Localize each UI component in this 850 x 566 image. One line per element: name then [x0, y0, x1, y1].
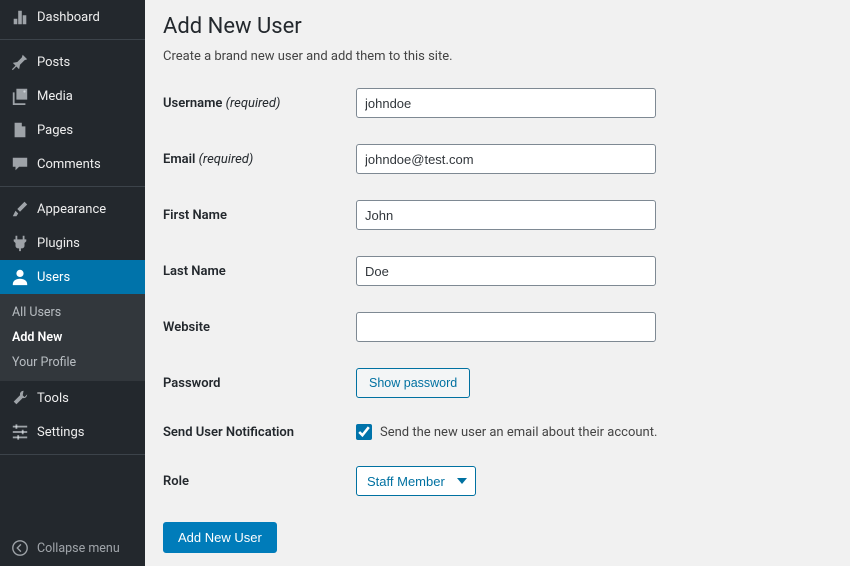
notification-label: Send User Notification: [163, 425, 356, 440]
sidebar-item-label: Appearance: [37, 202, 106, 217]
lastname-input[interactable]: [356, 256, 656, 286]
media-icon: [10, 86, 30, 106]
pin-icon: [10, 52, 30, 72]
sidebar-item-users[interactable]: Users: [0, 260, 145, 294]
sidebar-item-plugins[interactable]: Plugins: [0, 226, 145, 260]
add-new-user-button[interactable]: Add New User: [163, 522, 277, 553]
wrench-icon: [10, 388, 30, 408]
username-label: Username (required): [163, 96, 356, 111]
sidebar-item-label: Media: [37, 89, 73, 104]
email-label: Email (required): [163, 152, 356, 167]
submenu-item-your-profile[interactable]: Your Profile: [0, 350, 145, 375]
website-label: Website: [163, 320, 356, 335]
collapse-icon: [10, 538, 30, 558]
website-input[interactable]: [356, 312, 656, 342]
sidebar-item-label: Pages: [37, 123, 73, 138]
settings-icon: [10, 422, 30, 442]
dashboard-icon: [10, 7, 30, 27]
sidebar-item-comments[interactable]: Comments: [0, 147, 145, 181]
show-password-button[interactable]: Show password: [356, 368, 470, 398]
sidebar-item-label: Plugins: [37, 236, 80, 251]
sidebar-item-tools[interactable]: Tools: [0, 381, 145, 415]
lastname-label: Last Name: [163, 264, 356, 279]
pages-icon: [10, 120, 30, 140]
sidebar-item-label: Posts: [37, 55, 70, 70]
sidebar-item-label: Tools: [37, 391, 69, 406]
collapse-menu[interactable]: Collapse menu: [0, 530, 145, 566]
page-description: Create a brand new user and add them to …: [163, 49, 830, 64]
sidebar-item-label: Users: [37, 270, 70, 285]
username-input[interactable]: [356, 88, 656, 118]
role-select[interactable]: Staff Member: [356, 466, 476, 496]
main-content: Add New User Create a brand new user and…: [145, 0, 850, 566]
submenu-item-all-users[interactable]: All Users: [0, 300, 145, 325]
admin-sidebar: Dashboard Posts Media Pages Comments App…: [0, 0, 145, 566]
page-title: Add New User: [163, 14, 830, 39]
sidebar-item-label: Settings: [37, 425, 84, 440]
email-input[interactable]: [356, 144, 656, 174]
sidebar-item-appearance[interactable]: Appearance: [0, 192, 145, 226]
password-label: Password: [163, 376, 356, 391]
user-icon: [10, 267, 30, 287]
users-submenu: All Users Add New Your Profile: [0, 294, 145, 381]
sidebar-item-dashboard[interactable]: Dashboard: [0, 0, 145, 34]
notification-text: Send the new user an email about their a…: [380, 425, 657, 440]
sidebar-item-posts[interactable]: Posts: [0, 45, 145, 79]
sidebar-item-label: Comments: [37, 157, 101, 172]
collapse-label: Collapse menu: [37, 541, 120, 556]
notification-checkbox[interactable]: [356, 424, 372, 440]
sidebar-item-label: Dashboard: [37, 10, 100, 25]
role-label: Role: [163, 474, 356, 489]
submenu-item-add-new[interactable]: Add New: [0, 325, 145, 350]
sidebar-item-pages[interactable]: Pages: [0, 113, 145, 147]
sidebar-item-settings[interactable]: Settings: [0, 415, 145, 449]
brush-icon: [10, 199, 30, 219]
firstname-input[interactable]: [356, 200, 656, 230]
sidebar-item-media[interactable]: Media: [0, 79, 145, 113]
comments-icon: [10, 154, 30, 174]
plug-icon: [10, 233, 30, 253]
firstname-label: First Name: [163, 208, 356, 223]
